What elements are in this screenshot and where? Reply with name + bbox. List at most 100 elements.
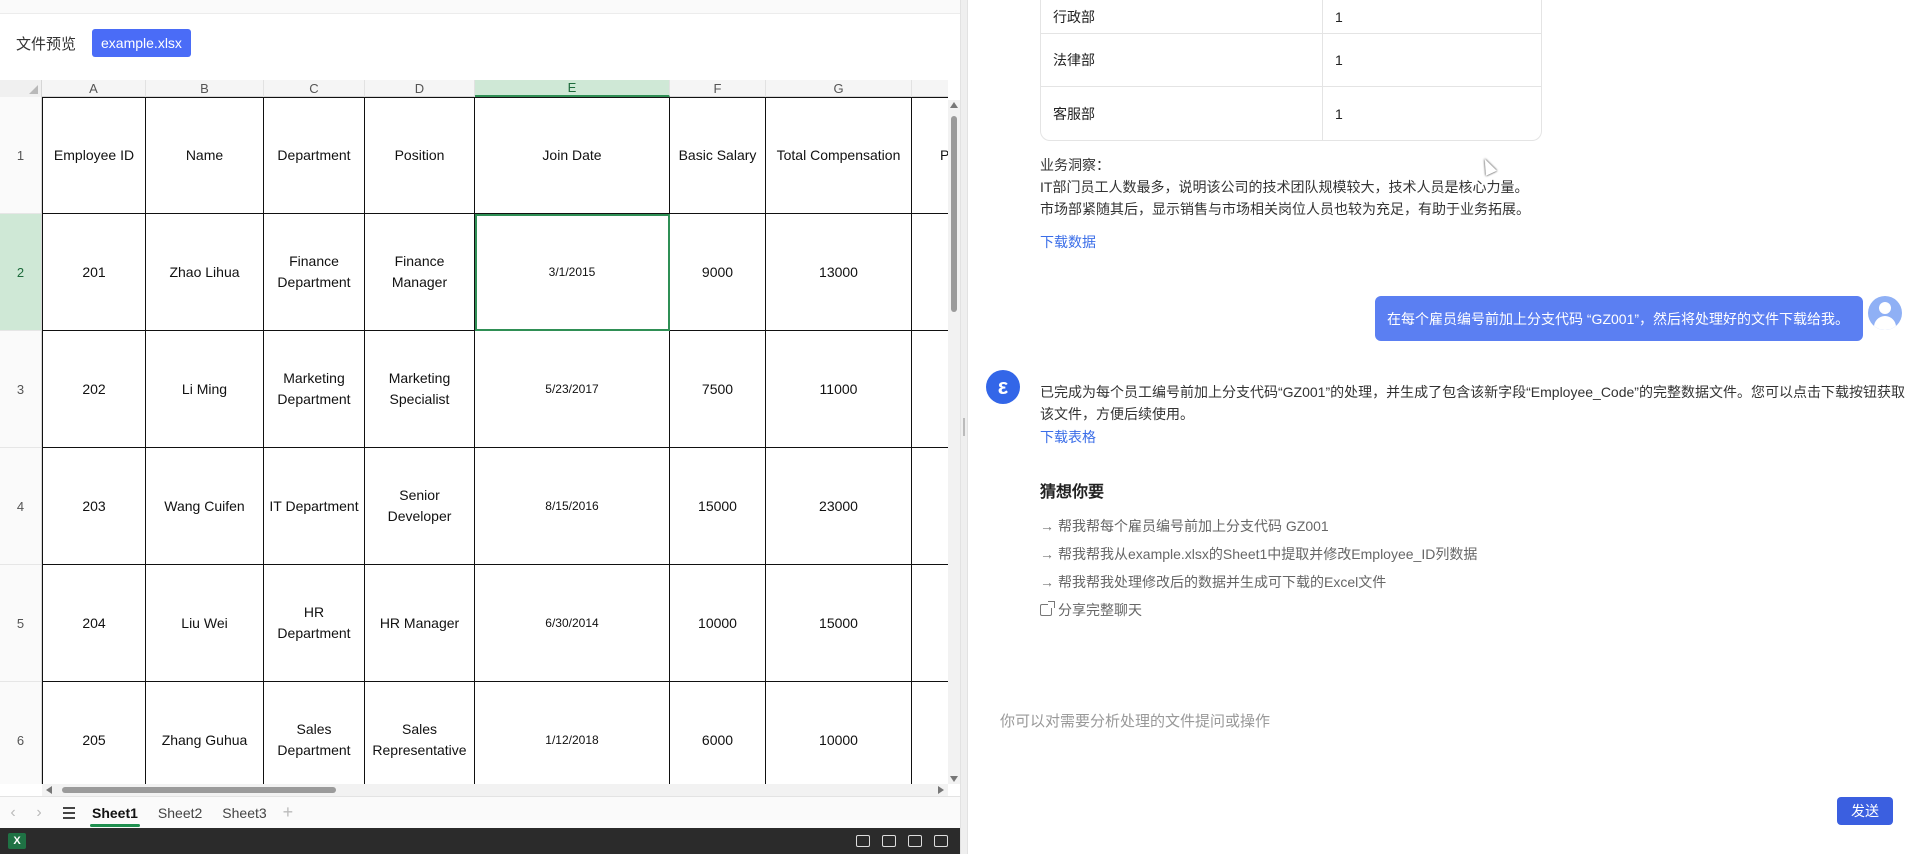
cell-h5[interactable] xyxy=(912,565,948,682)
cell-a5[interactable]: 204 xyxy=(42,565,146,682)
sheet-tab-bar: ‹ › Sheet1 Sheet2 Sheet3 + xyxy=(0,796,960,828)
cell-h2[interactable] xyxy=(912,214,948,331)
cell-c6[interactable]: Sales Department xyxy=(264,682,365,784)
column-header-d[interactable]: D xyxy=(365,80,475,97)
cell-f3[interactable]: 7500 xyxy=(670,331,766,448)
scroll-up-icon[interactable] xyxy=(950,102,958,108)
vertical-scroll-thumb[interactable] xyxy=(951,116,957,312)
horizontal-scrollbar[interactable] xyxy=(42,784,948,796)
prev-sheet-icon[interactable]: ‹ xyxy=(0,804,26,822)
scroll-down-icon[interactable] xyxy=(950,776,958,782)
scroll-right-icon[interactable] xyxy=(938,786,944,794)
cell-h3[interactable] xyxy=(912,331,948,448)
row-header-5[interactable]: 5 xyxy=(0,565,42,682)
cell-a2[interactable]: 201 xyxy=(42,214,146,331)
add-sheet-icon[interactable]: + xyxy=(283,802,294,823)
cell-g2[interactable]: 13000 xyxy=(766,214,912,331)
cell-c5[interactable]: HR Department xyxy=(264,565,365,682)
column-header-b[interactable]: B xyxy=(146,80,264,97)
cell-f2[interactable]: 9000 xyxy=(670,214,766,331)
cell-h4[interactable] xyxy=(912,448,948,565)
column-header-e[interactable]: E xyxy=(475,80,670,97)
tab-sheet2[interactable]: Sheet2 xyxy=(148,799,212,827)
cell-e6[interactable]: 1/12/2018 xyxy=(475,682,670,784)
pane-splitter[interactable] xyxy=(960,0,968,854)
tab-sheet1[interactable]: Sheet1 xyxy=(82,799,148,827)
column-header-g[interactable]: G xyxy=(766,80,912,97)
cell-g1[interactable]: Total Compensation xyxy=(766,97,912,214)
cell-a1[interactable]: Employee ID xyxy=(42,97,146,214)
cell-b6[interactable]: Zhang Guhua xyxy=(146,682,264,784)
cell-b3[interactable]: Li Ming xyxy=(146,331,264,448)
sheet-list-menu-icon[interactable] xyxy=(56,806,82,819)
cell-b2[interactable]: Zhao Lihua xyxy=(146,214,264,331)
next-sheet-icon[interactable]: › xyxy=(26,804,52,822)
cell-h6[interactable] xyxy=(912,682,948,784)
fullscreen-icon[interactable] xyxy=(934,835,948,847)
cell-d2[interactable]: Finance Manager xyxy=(365,214,475,331)
cell-g6[interactable]: 10000 xyxy=(766,682,912,784)
column-header-c[interactable]: C xyxy=(264,80,365,97)
cell-f1[interactable]: Basic Salary xyxy=(670,97,766,214)
column-header-h[interactable] xyxy=(912,80,948,97)
row-header-2[interactable]: 2 xyxy=(0,214,42,331)
vertical-scrollbar[interactable] xyxy=(948,100,960,784)
cell-a4[interactable]: 203 xyxy=(42,448,146,565)
row-header-3[interactable]: 3 xyxy=(0,331,42,448)
file-preview-bar: 文件预览 example.xlsx xyxy=(0,14,960,72)
select-all-corner[interactable] xyxy=(0,80,42,97)
cell-b4[interactable]: Wang Cuifen xyxy=(146,448,264,565)
cell-f6[interactable]: 6000 xyxy=(670,682,766,784)
cell-e5[interactable]: 6/30/2014 xyxy=(475,565,670,682)
cell-e3[interactable]: 5/23/2017 xyxy=(475,331,670,448)
copy-icon[interactable] xyxy=(856,835,870,847)
cell-c2[interactable]: Finance Department xyxy=(264,214,365,331)
suggestion-text: 帮我帮我从example.xlsx的Sheet1中提取并修改Employee_I… xyxy=(1058,546,1478,562)
row-header-4[interactable]: 4 xyxy=(0,448,42,565)
share-chat-link[interactable]: 分享完整聊天 xyxy=(1040,600,1142,620)
cell-g5[interactable]: 15000 xyxy=(766,565,912,682)
cell-e4[interactable]: 8/15/2016 xyxy=(475,448,670,565)
horizontal-scroll-thumb[interactable] xyxy=(62,787,336,793)
suggestion-item[interactable]: → 帮我帮我处理修改后的数据并生成可下载的Excel文件 xyxy=(1040,572,1386,592)
cell-e1[interactable]: Join Date xyxy=(475,97,670,214)
cell-c4[interactable]: IT Department xyxy=(264,448,365,565)
cell-b5[interactable]: Liu Wei xyxy=(146,565,264,682)
download-table-link[interactable]: 下载表格 xyxy=(1040,427,1096,447)
download-data-link[interactable]: 下载数据 xyxy=(1040,232,1096,252)
count-cell: 1 xyxy=(1335,8,1343,25)
suggestion-text: 帮我帮每个雇员编号前加上分支代码 GZ001 xyxy=(1058,518,1329,534)
cell-a3[interactable]: 202 xyxy=(42,331,146,448)
cell-a6[interactable]: 205 xyxy=(42,682,146,784)
cell-b1[interactable]: Name xyxy=(146,97,264,214)
row-header-6[interactable]: 6 xyxy=(0,682,42,784)
cell-h1[interactable]: P xyxy=(912,97,948,214)
row-header-1[interactable]: 1 xyxy=(0,97,42,214)
cell-d6[interactable]: Sales Representative xyxy=(365,682,475,784)
splitter-grip-icon[interactable] xyxy=(963,418,965,436)
cell-c3[interactable]: Marketing Department xyxy=(264,331,365,448)
cell-g4[interactable]: 23000 xyxy=(766,448,912,565)
chat-input[interactable]: 你可以对需要分析处理的文件提问或操作 xyxy=(1000,700,1880,740)
column-header-a[interactable]: A xyxy=(42,80,146,97)
cell-f4[interactable]: 15000 xyxy=(670,448,766,565)
suggestion-item[interactable]: → 帮我帮每个雇员编号前加上分支代码 GZ001 xyxy=(1040,516,1329,536)
column-header-f[interactable]: F xyxy=(670,80,766,97)
cell-d1[interactable]: Position xyxy=(365,97,475,214)
cell-d4[interactable]: Senior Developer xyxy=(365,448,475,565)
scroll-left-icon[interactable] xyxy=(46,786,52,794)
suggestion-item[interactable]: → 帮我帮我从example.xlsx的Sheet1中提取并修改Employee_… xyxy=(1040,544,1477,564)
cell-e2-selected[interactable]: 3/1/2015 xyxy=(475,214,670,331)
suggestion-text: 帮我帮我处理修改后的数据并生成可下载的Excel文件 xyxy=(1058,574,1387,590)
cell-c1[interactable]: Department xyxy=(264,97,365,214)
cell-g3[interactable]: 11000 xyxy=(766,331,912,448)
save-icon[interactable] xyxy=(882,835,896,847)
cell-f5[interactable]: 10000 xyxy=(670,565,766,682)
send-button[interactable]: 发送 xyxy=(1837,797,1893,825)
cell-d3[interactable]: Marketing Specialist xyxy=(365,331,475,448)
cell-d5[interactable]: HR Manager xyxy=(365,565,475,682)
tab-sheet3[interactable]: Sheet3 xyxy=(212,799,276,827)
file-tab-chip[interactable]: example.xlsx xyxy=(92,29,191,57)
sheet-grid[interactable]: A B C D E F G 1 2 3 4 5 6 Employee ID Na… xyxy=(0,80,948,784)
layout-icon[interactable] xyxy=(908,835,922,847)
